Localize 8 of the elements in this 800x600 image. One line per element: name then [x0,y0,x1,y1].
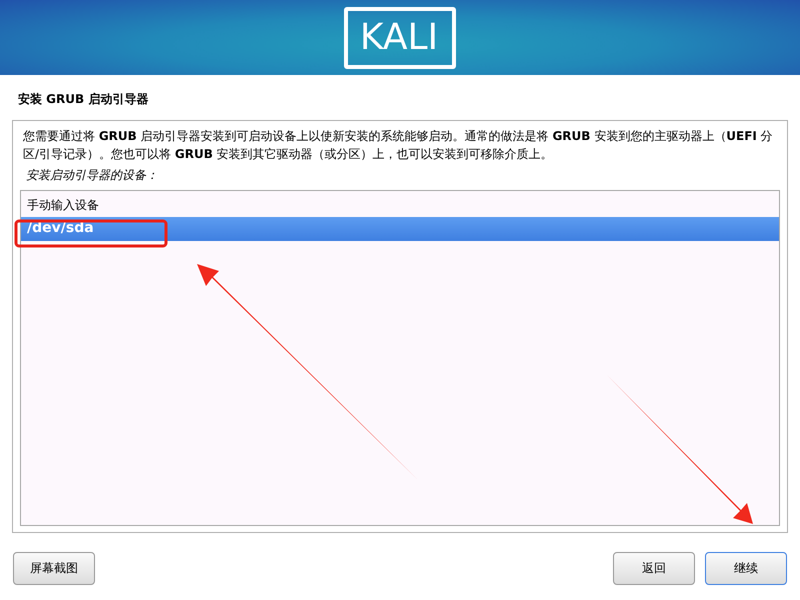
device-item[interactable]: 手动输入设备 [21,194,779,217]
back-button[interactable]: 返回 [613,552,695,585]
logo: KALI [344,6,456,68]
page-title: 安装 GRUB 启动引导器 [17,91,150,108]
continue-button[interactable]: 继续 [705,552,787,585]
description-text: 您需要通过将 GRUB 启动引导器安装到可启动设备上以使新安装的系统能够启动。通常的做法是将 GRUB 安装到您的主驱动器上（UEFI 分区/引导记录）。您也可以将 GRUB 安装到其它驱动器（或分区）上，也可以安装到可移除介质上。 [23,128,774,163]
screenshot-button[interactable]: 屏幕截图 [13,552,95,585]
prompt-label: 安装启动引导器的设备： [26,167,159,184]
